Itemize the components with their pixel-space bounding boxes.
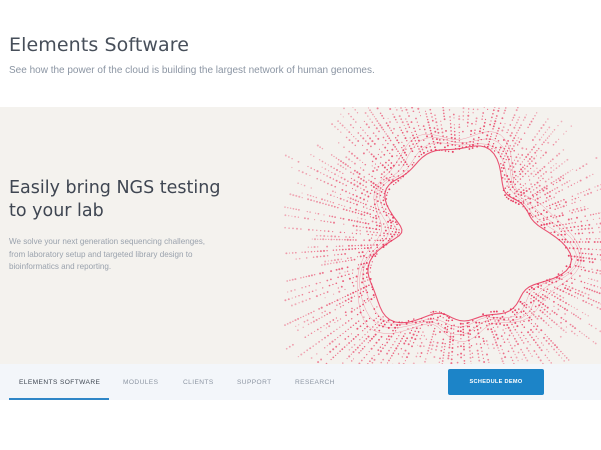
hero-heading: Easily bring NGS testing to your lab [9, 177, 249, 223]
nav-item-research[interactable]: RESEARCH [295, 364, 335, 400]
schedule-demo-button[interactable]: SCHEDULE DEMO [448, 369, 544, 395]
hero-description-line: We solve your next generation sequencing… [9, 237, 206, 246]
active-tab-underline [9, 398, 109, 400]
page: Elements Software See how the power of t… [0, 0, 601, 450]
nav-item-support[interactable]: SUPPORT [237, 364, 272, 400]
nav-item-modules[interactable]: MODULES [123, 364, 158, 400]
hero-description-line: from laboratory setup and targeted libra… [9, 249, 193, 259]
nav-item-elements-software[interactable]: ELEMENTS SOFTWARE [19, 364, 100, 400]
hero-heading-line: Easily bring NGS testing [9, 178, 221, 198]
hero-description: We solve your next generation sequencing… [9, 236, 249, 274]
hero-banner: Easily bring NGS testing to your lab We … [0, 107, 601, 364]
page-subtitle: See how the power of the cloud is buildi… [9, 65, 375, 76]
hero-text: Easily bring NGS testing to your lab We … [9, 177, 249, 274]
intro-section: Elements Software See how the power of t… [9, 33, 589, 78]
hero-description-line: bioinformatics and reporting. [9, 262, 112, 271]
page-title: Elements Software [9, 34, 190, 56]
nav-item-clients[interactable]: CLIENTS [183, 364, 214, 400]
section-nav: ELEMENTS SOFTWARE MODULES CLIENTS SUPPOR… [0, 364, 601, 400]
hero-heading-line: to your lab [9, 201, 104, 221]
